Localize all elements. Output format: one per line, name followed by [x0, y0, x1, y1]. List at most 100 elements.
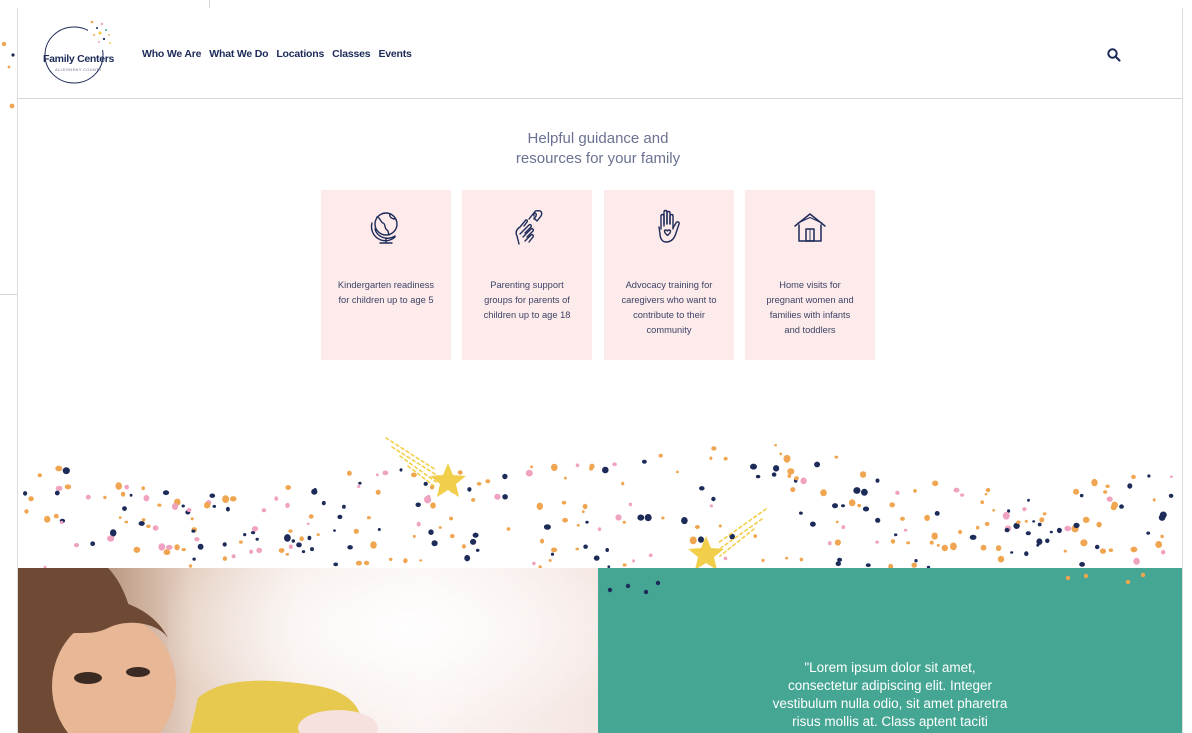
confetti-dot	[1056, 527, 1062, 534]
confetti-dot	[261, 508, 267, 513]
card-line: and toddlers	[784, 325, 836, 335]
service-card-home-visits[interactable]: Home visits for pregnant women and famil…	[745, 190, 875, 360]
confetti-dot	[771, 472, 777, 477]
confetti-dot	[582, 503, 588, 510]
confetti-dot	[1147, 474, 1151, 478]
confetti-dot	[419, 559, 423, 562]
confetti-dot	[984, 521, 990, 526]
confetti-dot	[924, 514, 930, 521]
confetti-dot	[1131, 474, 1136, 480]
confetti-dot	[357, 485, 361, 488]
card-line: groups for parents of	[484, 295, 570, 305]
confetti-dot	[485, 479, 491, 484]
confetti-dot	[74, 543, 79, 548]
confetti-dot	[225, 506, 230, 512]
confetti-dot	[581, 510, 585, 514]
confetti-dot	[1130, 546, 1138, 553]
confetti-dot	[122, 506, 127, 511]
card-line: contribute to their	[633, 310, 705, 320]
site-logo[interactable]: Family Centers ALLEGHENY COUNTY	[36, 16, 116, 86]
card-line: Advocacy training for	[625, 280, 713, 290]
confetti-dot	[837, 557, 843, 562]
house-icon	[794, 213, 826, 242]
confetti-dot	[464, 554, 471, 562]
confetti-dot	[753, 534, 757, 538]
confetti-dot	[861, 488, 868, 496]
confetti-dot	[470, 538, 477, 545]
confetti-dot	[906, 541, 911, 545]
confetti-dot	[255, 537, 259, 541]
confetti-dot	[1091, 478, 1098, 487]
confetti-dot	[274, 496, 279, 501]
confetti-dot	[799, 511, 803, 515]
confetti-dot	[532, 561, 536, 566]
confetti-dot	[984, 493, 988, 496]
card-text: Kindergarten readiness for children up t…	[329, 278, 443, 308]
confetti-dot	[602, 466, 609, 474]
confetti-dot	[525, 469, 533, 477]
intro-line: resources for your family	[515, 150, 681, 167]
confetti-dot	[832, 503, 838, 509]
confetti-dot	[1042, 512, 1047, 516]
confetti-dot	[1103, 490, 1108, 494]
confetti-dot	[1045, 538, 1050, 544]
quote-line: consectetur adipiscing elit. Integer	[787, 678, 993, 693]
service-card-advocacy[interactable]: Advocacy training for caregivers who wan…	[604, 190, 734, 360]
confetti-dot	[779, 452, 783, 456]
search-icon[interactable]	[1106, 47, 1122, 63]
site-header: Family Centers ALLEGHENY COUNTY Who We A…	[18, 8, 1182, 99]
confetti-dot	[502, 494, 508, 500]
confetti-dot	[428, 529, 434, 535]
confetti-dot	[750, 463, 757, 470]
confetti-dot	[308, 514, 314, 519]
confetti-dot	[661, 516, 665, 520]
confetti-dot	[166, 544, 173, 550]
nav-what-we-do[interactable]: What We Do	[209, 48, 268, 60]
panel-confetti	[607, 572, 1146, 595]
confetti-dot	[992, 509, 996, 512]
confetti-dot	[363, 560, 370, 566]
nav-who-we-are[interactable]: Who We Are	[142, 48, 201, 60]
service-card-kindergarten[interactable]: Kindergarten readiness for children up t…	[321, 190, 451, 360]
confetti-dot	[251, 526, 259, 532]
confetti-dot	[299, 536, 304, 542]
card-line: Parenting support	[490, 280, 564, 290]
confetti-dot	[950, 542, 957, 551]
confetti-dot	[835, 520, 839, 524]
confetti-dot	[621, 481, 625, 486]
confetti-dot	[337, 514, 343, 520]
confetti-dot	[120, 491, 126, 497]
confetti-dot	[353, 528, 359, 534]
confetti-dot	[642, 459, 647, 464]
shooting-star-icon	[385, 437, 466, 497]
confetti-dot	[1079, 562, 1085, 567]
service-card-parenting[interactable]: Parenting support groups for parents of …	[462, 190, 592, 360]
confetti-dot	[711, 496, 716, 502]
confetti-dot	[476, 482, 482, 486]
confetti-dot	[929, 540, 934, 545]
confetti-dot	[60, 520, 64, 525]
confetti-dot	[835, 561, 841, 567]
confetti-dot	[718, 524, 722, 528]
confetti-dot	[625, 583, 631, 589]
confetti-dot	[64, 484, 72, 490]
confetti-dot	[913, 489, 917, 493]
confetti-dot	[755, 474, 761, 479]
confetti-dot	[115, 482, 122, 490]
confetti-dot	[181, 504, 185, 508]
nav-classes[interactable]: Classes	[332, 48, 371, 60]
confetti-dot	[284, 534, 291, 542]
confetti-dot	[530, 465, 534, 469]
nav-events[interactable]: Events	[378, 48, 411, 60]
confetti-dot	[681, 517, 688, 525]
card-line: community	[646, 325, 692, 335]
confetti-dot	[723, 456, 728, 461]
confetti-dot	[1096, 521, 1102, 528]
confetti-dot	[449, 516, 454, 521]
confetti-dot	[291, 539, 295, 543]
confetti-dot	[1025, 531, 1031, 536]
confetti-dot	[615, 514, 622, 521]
confetti-dot	[648, 553, 653, 558]
nav-locations[interactable]: Locations	[276, 48, 324, 60]
confetti-dot	[311, 488, 318, 495]
